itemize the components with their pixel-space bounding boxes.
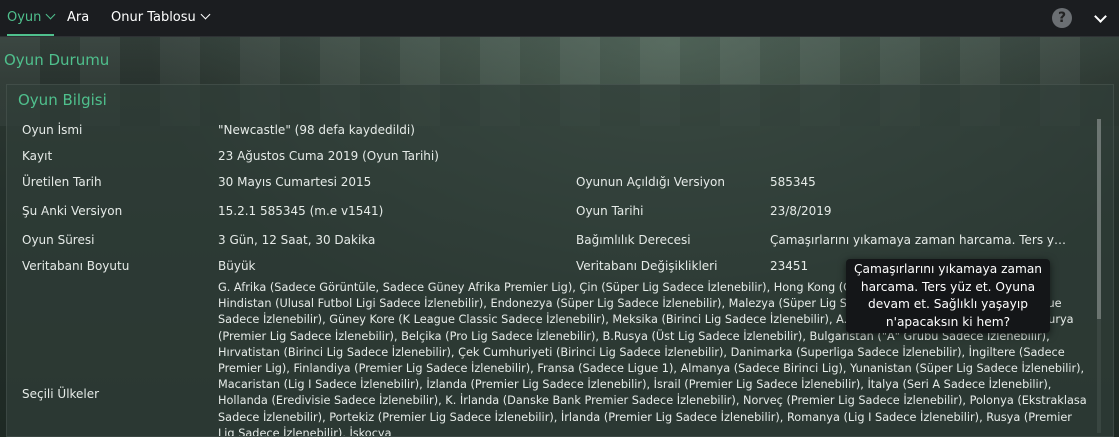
panel-scrollbar[interactable]	[1097, 119, 1101, 433]
row-label-started-version: Oyunun Açıldığı Versiyon	[576, 175, 725, 189]
nav-item-label: Onur Tablosu	[111, 10, 196, 25]
row-label-play-time: Oyun Süresi	[22, 233, 95, 247]
row-value-save: 23 Ağustos Cuma 2019 (Oyun Tarihi)	[218, 149, 439, 163]
nav-item-label: Oyun	[7, 10, 42, 25]
row-label-game-date: Oyun Tarihi	[576, 204, 644, 218]
nav-item-ara[interactable]: Ara	[67, 0, 89, 36]
row-label-selected-countries: Seçili Ülkeler	[22, 387, 100, 401]
panel-title: Oyun Bilgisi	[18, 91, 107, 109]
question-icon[interactable]: ?	[1052, 8, 1072, 28]
row-value-started-version: 585345	[770, 175, 816, 189]
nav-item-oyun[interactable]: Oyun	[7, 0, 56, 36]
row-label-current-version: Şu Anki Versiyon	[22, 204, 123, 218]
row-value-game-date: 23/8/2019	[770, 204, 832, 218]
row-value-database-changes: 23451	[770, 259, 809, 273]
chevron-down-icon	[200, 9, 211, 20]
row-value-current-version: 15.2.1 585345 (m.e v1541)	[218, 204, 384, 218]
row-value-addiction-level[interactable]: Çamaşırlarını yıkamaya zaman harcama. Te…	[770, 233, 1072, 247]
nav-item-label: Ara	[67, 10, 90, 25]
row-label-save: Kayıt	[22, 149, 53, 163]
row-label-addiction-level: Bağımlılık Derecesi	[576, 233, 691, 247]
row-label-database-changes: Veritabanı Değişiklikleri	[576, 259, 718, 273]
row-label-created-date: Üretilen Tarih	[22, 175, 102, 189]
addiction-tooltip: Çamaşırlarını yıkamaya zaman harcama. Te…	[846, 259, 1050, 333]
row-label-database-size: Veritabanı Boyutu	[22, 259, 130, 273]
chevron-down-icon	[1094, 10, 1107, 23]
row-label-game-name: Oyun İsmi	[22, 123, 83, 137]
nav-item-onur-tablosu[interactable]: Onur Tablosu	[111, 0, 211, 36]
row-value-game-name: "Newcastle" (98 defa kaydedildi)	[218, 123, 415, 137]
page-title: Oyun Durumu	[4, 51, 110, 69]
row-value-created-date: 30 Mayıs Cumartesi 2015	[218, 175, 372, 189]
chevron-down-icon	[45, 9, 56, 20]
top-nav-bar: Oyun Ara Onur Tablosu ?	[0, 0, 1119, 37]
row-value-database-size: Büyük	[218, 259, 256, 273]
menu-dropdown-button[interactable]	[1090, 6, 1110, 28]
row-value-play-time: 3 Gün, 12 Saat, 30 Dakika	[218, 233, 376, 247]
scrollbar-thumb[interactable]	[1097, 119, 1101, 319]
